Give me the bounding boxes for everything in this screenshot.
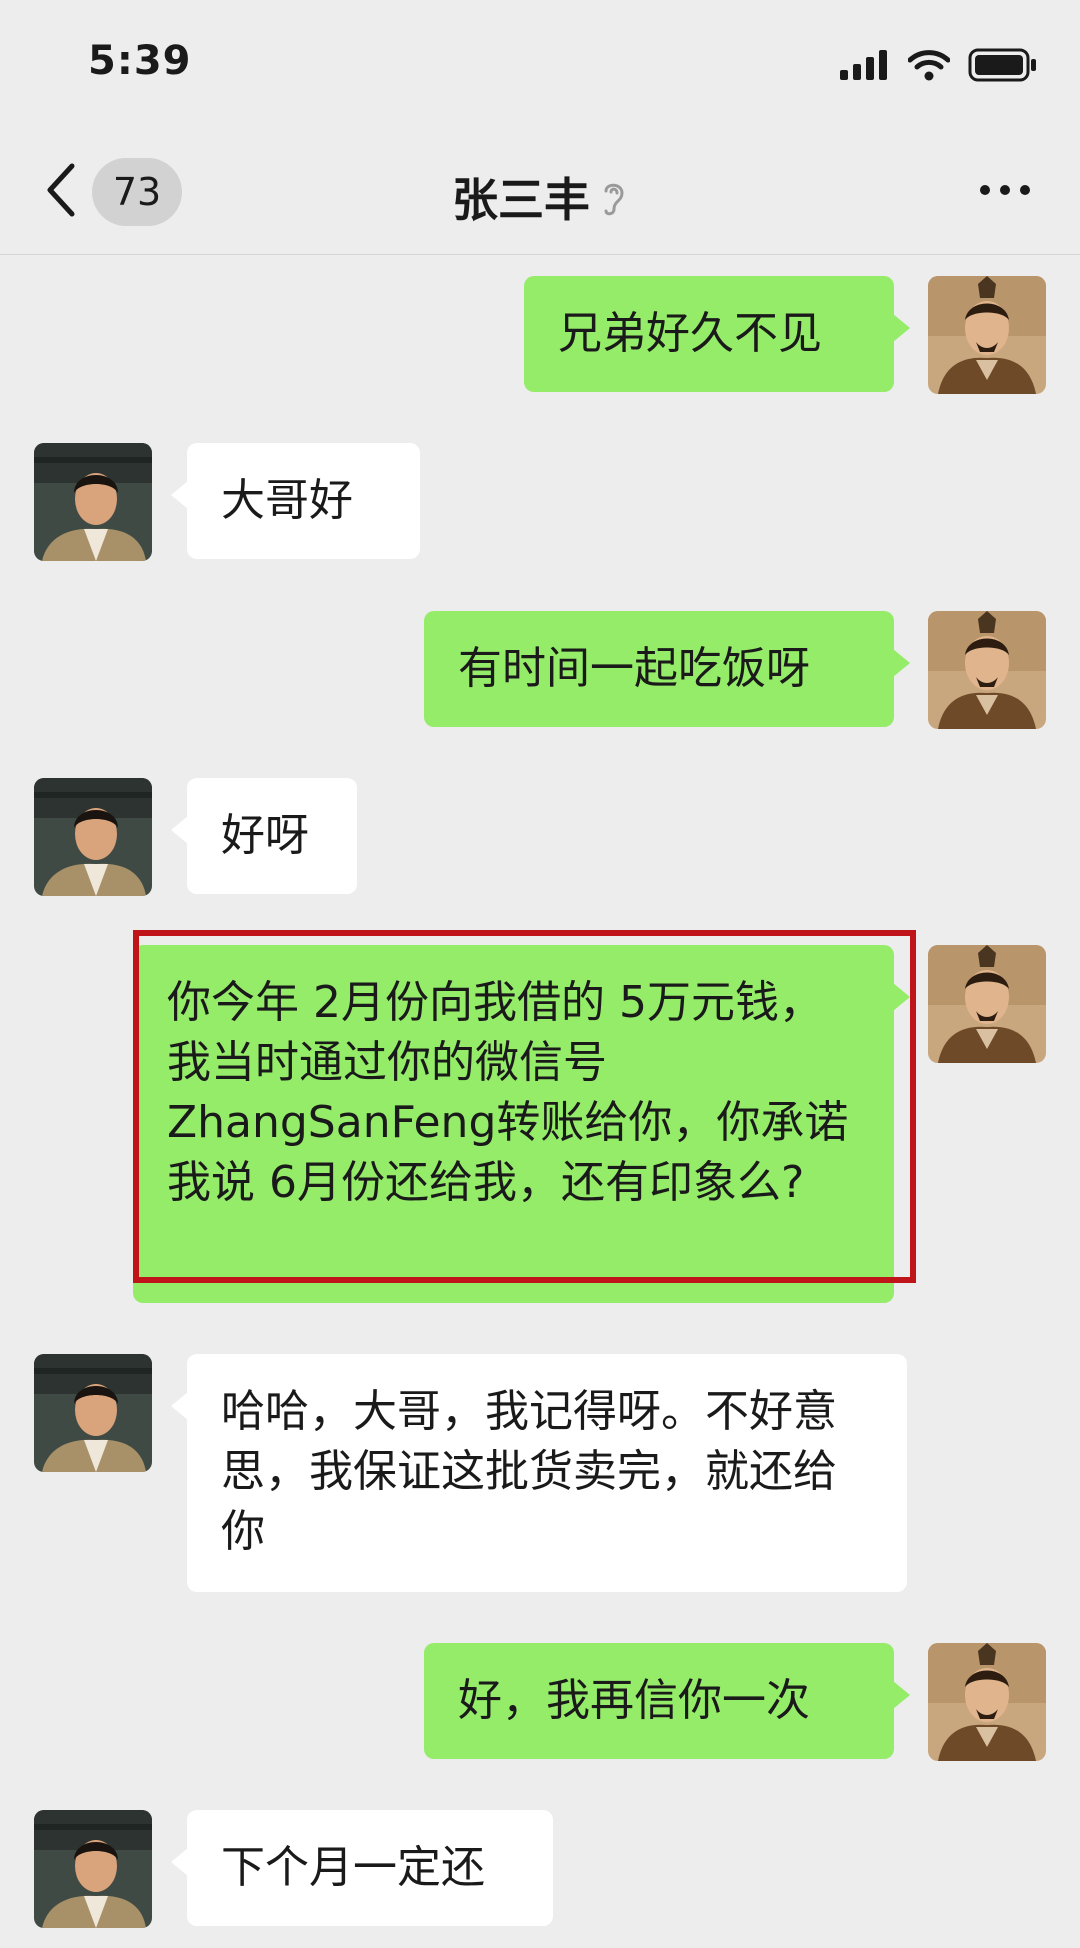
my-avatar[interactable] (928, 276, 1046, 394)
message-bubble-sent[interactable]: 有时间一起吃饭呀 (424, 611, 910, 727)
chat-header: 73 张三丰 (0, 130, 1080, 255)
contact-avatar[interactable] (34, 778, 152, 896)
wifi-icon (908, 50, 950, 81)
message-text: 好，我再信你一次 (458, 1675, 810, 1726)
message-text: 有时间一起吃饭呀 (458, 643, 810, 694)
message-bubble-sent[interactable]: 兄弟好久不见 (524, 276, 910, 392)
message-text: 兄弟好久不见 (558, 308, 822, 359)
my-avatar[interactable] (928, 1643, 1046, 1761)
message-bubble-received[interactable]: 大哥好 (171, 443, 420, 559)
status-time: 5:39 (88, 38, 192, 84)
message-text: 好呀 (221, 810, 309, 861)
message-bubble-received[interactable]: 哈哈，大哥，我记得呀。不好意思，我保证这批货卖完，就还给你 (171, 1354, 907, 1592)
chat-title-row: 张三丰 (0, 164, 1080, 230)
message-text: 下个月一定还 (221, 1842, 485, 1893)
more-options-icon[interactable] (978, 180, 1032, 200)
message-bubble-sent[interactable]: 好，我再信你一次 (424, 1643, 910, 1759)
earpiece-mode-icon (604, 183, 624, 216)
contact-avatar[interactable] (34, 443, 152, 561)
signal-icon (840, 50, 887, 80)
contact-avatar[interactable] (34, 1354, 152, 1472)
message-text: 大哥好 (221, 475, 353, 526)
my-avatar[interactable] (928, 611, 1046, 729)
message-text: 哈哈，大哥，我记得呀。不好意思，我保证这批货卖完，就还给你 (221, 1386, 837, 1557)
contact-avatar[interactable] (34, 1810, 152, 1928)
message-bubble-received[interactable]: 好呀 (171, 778, 357, 894)
message-bubble-received[interactable]: 下个月一定还 (171, 1810, 553, 1926)
my-avatar[interactable] (928, 945, 1046, 1063)
status-icons (840, 48, 1038, 82)
highlight-box (133, 930, 916, 1283)
battery-icon (968, 48, 1036, 82)
chat-title[interactable]: 张三丰 (452, 164, 590, 230)
